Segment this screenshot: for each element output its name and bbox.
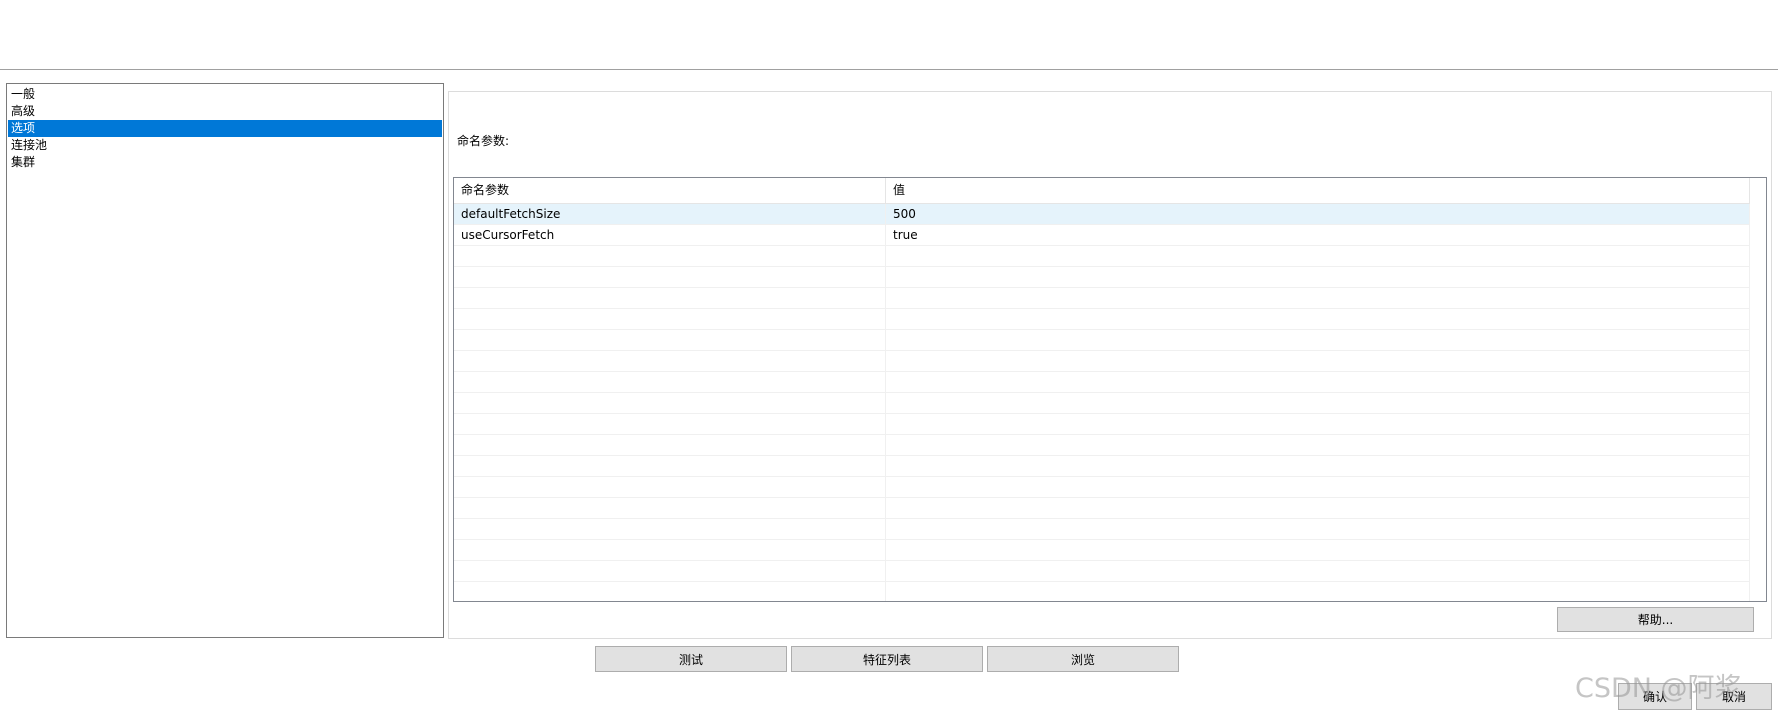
category-item-options[interactable]: 选项 [8, 120, 442, 137]
empty-cell[interactable] [454, 393, 886, 413]
table-row[interactable]: defaultFetchSize 500 [454, 204, 1750, 225]
empty-table-row[interactable] [454, 351, 1750, 372]
empty-table-row[interactable] [454, 498, 1750, 519]
category-item-general[interactable]: 一般 [8, 86, 442, 103]
empty-cell[interactable] [886, 435, 1750, 455]
empty-cell[interactable] [886, 372, 1750, 392]
empty-cell[interactable] [886, 267, 1750, 287]
empty-cell[interactable] [454, 372, 886, 392]
empty-cell[interactable] [454, 582, 886, 601]
empty-table-row[interactable] [454, 372, 1750, 393]
parameter-value-cell[interactable]: true [886, 225, 1750, 245]
parameter-name-cell[interactable]: defaultFetchSize [454, 204, 886, 224]
empty-cell[interactable] [886, 498, 1750, 518]
empty-cell[interactable] [886, 582, 1750, 601]
options-panel: 命名参数: 命名参数 值 defaultFetchSize 500 useCur… [448, 91, 1772, 639]
empty-table-row[interactable] [454, 288, 1750, 309]
empty-cell[interactable] [886, 351, 1750, 371]
empty-cell[interactable] [454, 330, 886, 350]
empty-cell[interactable] [454, 246, 886, 266]
category-item-advanced[interactable]: 高级 [8, 103, 442, 120]
column-header-parameter[interactable]: 命名参数 [454, 178, 886, 203]
empty-table-row[interactable] [454, 582, 1750, 601]
help-button[interactable]: 帮助... [1557, 607, 1754, 632]
empty-table-row[interactable] [454, 456, 1750, 477]
empty-cell[interactable] [886, 288, 1750, 308]
empty-table-row[interactable] [454, 435, 1750, 456]
table-body: defaultFetchSize 500 useCursorFetch true [454, 204, 1750, 601]
empty-table-row[interactable] [454, 246, 1750, 267]
category-item-connection-pool[interactable]: 连接池 [8, 137, 442, 154]
named-parameters-label: 命名参数: [457, 134, 510, 148]
ok-button[interactable]: 确认 [1618, 683, 1692, 710]
category-list[interactable]: 一般 高级 选项 连接池 集群 [6, 83, 444, 638]
empty-cell[interactable] [886, 393, 1750, 413]
empty-cell[interactable] [886, 456, 1750, 476]
table-header: 命名参数 值 [454, 178, 1750, 204]
browse-button[interactable]: 浏览 [987, 646, 1179, 672]
table-row[interactable]: useCursorFetch true [454, 225, 1750, 246]
empty-cell[interactable] [454, 498, 886, 518]
empty-cell[interactable] [454, 456, 886, 476]
empty-cell[interactable] [886, 561, 1750, 581]
header-area [0, 0, 1778, 70]
empty-table-row[interactable] [454, 414, 1750, 435]
empty-table-row[interactable] [454, 561, 1750, 582]
empty-cell[interactable] [886, 477, 1750, 497]
empty-cell[interactable] [886, 414, 1750, 434]
empty-cell[interactable] [886, 246, 1750, 266]
empty-cell[interactable] [886, 540, 1750, 560]
column-header-value[interactable]: 值 [886, 178, 1750, 203]
empty-cell[interactable] [454, 414, 886, 434]
category-item-cluster[interactable]: 集群 [8, 154, 442, 171]
feature-list-button[interactable]: 特征列表 [791, 646, 983, 672]
parameter-name-cell[interactable]: useCursorFetch [454, 225, 886, 245]
test-button[interactable]: 测试 [595, 646, 787, 672]
empty-table-row[interactable] [454, 393, 1750, 414]
empty-table-row[interactable] [454, 267, 1750, 288]
empty-cell[interactable] [886, 309, 1750, 329]
empty-cell[interactable] [454, 519, 886, 539]
empty-cell[interactable] [454, 267, 886, 287]
empty-table-row[interactable] [454, 309, 1750, 330]
empty-cell[interactable] [454, 477, 886, 497]
empty-cell[interactable] [886, 519, 1750, 539]
action-buttons: 测试 特征列表 浏览 [595, 646, 1179, 672]
empty-cell[interactable] [454, 561, 886, 581]
empty-cell[interactable] [454, 435, 886, 455]
empty-table-row[interactable] [454, 477, 1750, 498]
cancel-button[interactable]: 取消 [1696, 683, 1772, 710]
empty-cell[interactable] [886, 330, 1750, 350]
empty-table-row[interactable] [454, 540, 1750, 561]
empty-cell[interactable] [454, 540, 886, 560]
parameter-value-cell[interactable]: 500 [886, 204, 1750, 224]
connection-properties-dialog: 一般 高级 选项 连接池 集群 命名参数: 命名参数 值 defaultFetc… [0, 0, 1778, 716]
empty-table-row[interactable] [454, 330, 1750, 351]
empty-table-row[interactable] [454, 519, 1750, 540]
named-parameters-table[interactable]: 命名参数 值 defaultFetchSize 500 useCursorFet… [453, 177, 1767, 602]
empty-cell[interactable] [454, 288, 886, 308]
empty-cell[interactable] [454, 309, 886, 329]
empty-cell[interactable] [454, 351, 886, 371]
